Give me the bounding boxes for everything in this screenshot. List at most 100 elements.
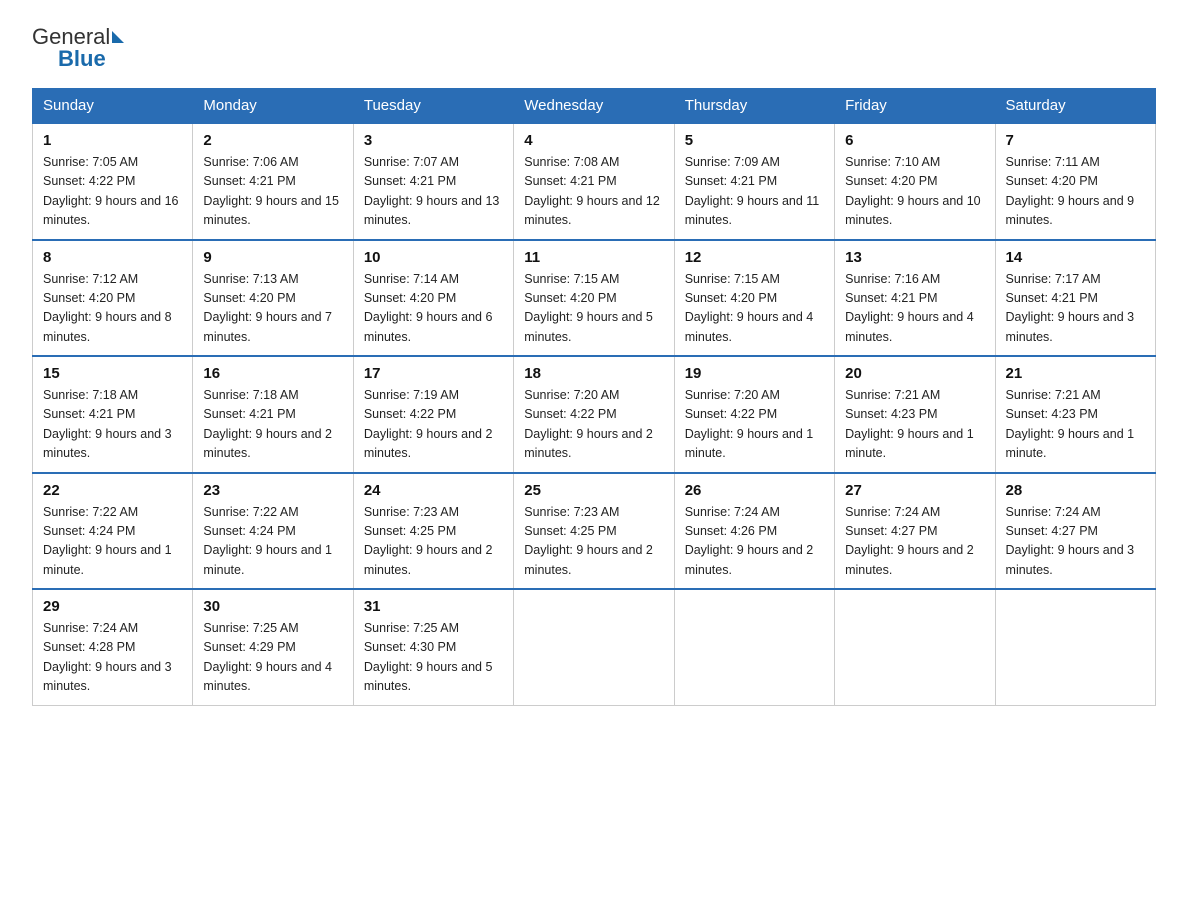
day-info: Sunrise: 7:15 AMSunset: 4:20 PMDaylight:… [524, 270, 663, 348]
calendar-cell: 29 Sunrise: 7:24 AMSunset: 4:28 PMDaylig… [33, 589, 193, 705]
calendar-cell: 25 Sunrise: 7:23 AMSunset: 4:25 PMDaylig… [514, 473, 674, 590]
calendar-cell: 4 Sunrise: 7:08 AMSunset: 4:21 PMDayligh… [514, 123, 674, 240]
header-friday: Friday [835, 89, 995, 124]
calendar-cell: 12 Sunrise: 7:15 AMSunset: 4:20 PMDaylig… [674, 240, 834, 357]
day-info: Sunrise: 7:20 AMSunset: 4:22 PMDaylight:… [685, 386, 824, 464]
day-number: 17 [364, 365, 503, 382]
day-info: Sunrise: 7:17 AMSunset: 4:21 PMDaylight:… [1006, 270, 1145, 348]
day-number: 30 [203, 598, 342, 615]
day-number: 21 [1006, 365, 1145, 382]
header-monday: Monday [193, 89, 353, 124]
calendar-cell: 7 Sunrise: 7:11 AMSunset: 4:20 PMDayligh… [995, 123, 1155, 240]
week-row-2: 8 Sunrise: 7:12 AMSunset: 4:20 PMDayligh… [33, 240, 1156, 357]
day-number: 20 [845, 365, 984, 382]
day-number: 22 [43, 482, 182, 499]
day-info: Sunrise: 7:25 AMSunset: 4:29 PMDaylight:… [203, 619, 342, 697]
day-info: Sunrise: 7:07 AMSunset: 4:21 PMDaylight:… [364, 153, 503, 231]
logo-triangle-icon [112, 31, 124, 43]
header-sunday: Sunday [33, 89, 193, 124]
calendar-cell: 30 Sunrise: 7:25 AMSunset: 4:29 PMDaylig… [193, 589, 353, 705]
calendar-cell: 8 Sunrise: 7:12 AMSunset: 4:20 PMDayligh… [33, 240, 193, 357]
calendar-header-row: SundayMondayTuesdayWednesdayThursdayFrid… [33, 89, 1156, 124]
day-info: Sunrise: 7:18 AMSunset: 4:21 PMDaylight:… [203, 386, 342, 464]
day-number: 18 [524, 365, 663, 382]
day-number: 14 [1006, 249, 1145, 266]
day-number: 3 [364, 132, 503, 149]
day-info: Sunrise: 7:10 AMSunset: 4:20 PMDaylight:… [845, 153, 984, 231]
calendar-cell: 31 Sunrise: 7:25 AMSunset: 4:30 PMDaylig… [353, 589, 513, 705]
day-info: Sunrise: 7:20 AMSunset: 4:22 PMDaylight:… [524, 386, 663, 464]
day-info: Sunrise: 7:13 AMSunset: 4:20 PMDaylight:… [203, 270, 342, 348]
day-info: Sunrise: 7:23 AMSunset: 4:25 PMDaylight:… [364, 503, 503, 581]
logo: General Blue [32, 24, 126, 72]
day-number: 8 [43, 249, 182, 266]
day-info: Sunrise: 7:22 AMSunset: 4:24 PMDaylight:… [203, 503, 342, 581]
day-info: Sunrise: 7:24 AMSunset: 4:28 PMDaylight:… [43, 619, 182, 697]
day-number: 11 [524, 249, 663, 266]
day-number: 16 [203, 365, 342, 382]
calendar-cell [995, 589, 1155, 705]
calendar-cell: 11 Sunrise: 7:15 AMSunset: 4:20 PMDaylig… [514, 240, 674, 357]
calendar-cell: 19 Sunrise: 7:20 AMSunset: 4:22 PMDaylig… [674, 356, 834, 473]
day-info: Sunrise: 7:12 AMSunset: 4:20 PMDaylight:… [43, 270, 182, 348]
page-header: General Blue [32, 24, 1156, 72]
week-row-4: 22 Sunrise: 7:22 AMSunset: 4:24 PMDaylig… [33, 473, 1156, 590]
day-info: Sunrise: 7:24 AMSunset: 4:27 PMDaylight:… [845, 503, 984, 581]
calendar-cell: 22 Sunrise: 7:22 AMSunset: 4:24 PMDaylig… [33, 473, 193, 590]
day-number: 25 [524, 482, 663, 499]
calendar-cell: 1 Sunrise: 7:05 AMSunset: 4:22 PMDayligh… [33, 123, 193, 240]
calendar-cell [514, 589, 674, 705]
calendar-cell: 27 Sunrise: 7:24 AMSunset: 4:27 PMDaylig… [835, 473, 995, 590]
calendar-cell: 24 Sunrise: 7:23 AMSunset: 4:25 PMDaylig… [353, 473, 513, 590]
calendar-cell [674, 589, 834, 705]
calendar-cell: 23 Sunrise: 7:22 AMSunset: 4:24 PMDaylig… [193, 473, 353, 590]
calendar-cell: 16 Sunrise: 7:18 AMSunset: 4:21 PMDaylig… [193, 356, 353, 473]
day-number: 2 [203, 132, 342, 149]
day-number: 5 [685, 132, 824, 149]
header-wednesday: Wednesday [514, 89, 674, 124]
day-number: 15 [43, 365, 182, 382]
day-info: Sunrise: 7:24 AMSunset: 4:27 PMDaylight:… [1006, 503, 1145, 581]
day-number: 13 [845, 249, 984, 266]
day-number: 27 [845, 482, 984, 499]
day-info: Sunrise: 7:24 AMSunset: 4:26 PMDaylight:… [685, 503, 824, 581]
day-info: Sunrise: 7:22 AMSunset: 4:24 PMDaylight:… [43, 503, 182, 581]
day-info: Sunrise: 7:18 AMSunset: 4:21 PMDaylight:… [43, 386, 182, 464]
calendar-cell: 10 Sunrise: 7:14 AMSunset: 4:20 PMDaylig… [353, 240, 513, 357]
day-number: 24 [364, 482, 503, 499]
day-info: Sunrise: 7:16 AMSunset: 4:21 PMDaylight:… [845, 270, 984, 348]
calendar-cell: 6 Sunrise: 7:10 AMSunset: 4:20 PMDayligh… [835, 123, 995, 240]
calendar-cell: 26 Sunrise: 7:24 AMSunset: 4:26 PMDaylig… [674, 473, 834, 590]
day-info: Sunrise: 7:19 AMSunset: 4:22 PMDaylight:… [364, 386, 503, 464]
calendar-table: SundayMondayTuesdayWednesdayThursdayFrid… [32, 88, 1156, 706]
week-row-5: 29 Sunrise: 7:24 AMSunset: 4:28 PMDaylig… [33, 589, 1156, 705]
calendar-cell: 13 Sunrise: 7:16 AMSunset: 4:21 PMDaylig… [835, 240, 995, 357]
day-info: Sunrise: 7:09 AMSunset: 4:21 PMDaylight:… [685, 153, 824, 231]
day-info: Sunrise: 7:15 AMSunset: 4:20 PMDaylight:… [685, 270, 824, 348]
day-info: Sunrise: 7:14 AMSunset: 4:20 PMDaylight:… [364, 270, 503, 348]
day-info: Sunrise: 7:21 AMSunset: 4:23 PMDaylight:… [1006, 386, 1145, 464]
calendar-cell: 14 Sunrise: 7:17 AMSunset: 4:21 PMDaylig… [995, 240, 1155, 357]
day-number: 26 [685, 482, 824, 499]
day-number: 12 [685, 249, 824, 266]
calendar-cell: 28 Sunrise: 7:24 AMSunset: 4:27 PMDaylig… [995, 473, 1155, 590]
day-info: Sunrise: 7:06 AMSunset: 4:21 PMDaylight:… [203, 153, 342, 231]
day-number: 1 [43, 132, 182, 149]
day-number: 31 [364, 598, 503, 615]
day-info: Sunrise: 7:21 AMSunset: 4:23 PMDaylight:… [845, 386, 984, 464]
calendar-cell: 5 Sunrise: 7:09 AMSunset: 4:21 PMDayligh… [674, 123, 834, 240]
day-number: 29 [43, 598, 182, 615]
day-number: 10 [364, 249, 503, 266]
calendar-cell: 3 Sunrise: 7:07 AMSunset: 4:21 PMDayligh… [353, 123, 513, 240]
day-number: 6 [845, 132, 984, 149]
day-info: Sunrise: 7:23 AMSunset: 4:25 PMDaylight:… [524, 503, 663, 581]
calendar-cell [835, 589, 995, 705]
calendar-cell: 15 Sunrise: 7:18 AMSunset: 4:21 PMDaylig… [33, 356, 193, 473]
calendar-cell: 9 Sunrise: 7:13 AMSunset: 4:20 PMDayligh… [193, 240, 353, 357]
day-number: 4 [524, 132, 663, 149]
calendar-cell: 17 Sunrise: 7:19 AMSunset: 4:22 PMDaylig… [353, 356, 513, 473]
day-number: 28 [1006, 482, 1145, 499]
day-info: Sunrise: 7:25 AMSunset: 4:30 PMDaylight:… [364, 619, 503, 697]
day-number: 19 [685, 365, 824, 382]
header-saturday: Saturday [995, 89, 1155, 124]
